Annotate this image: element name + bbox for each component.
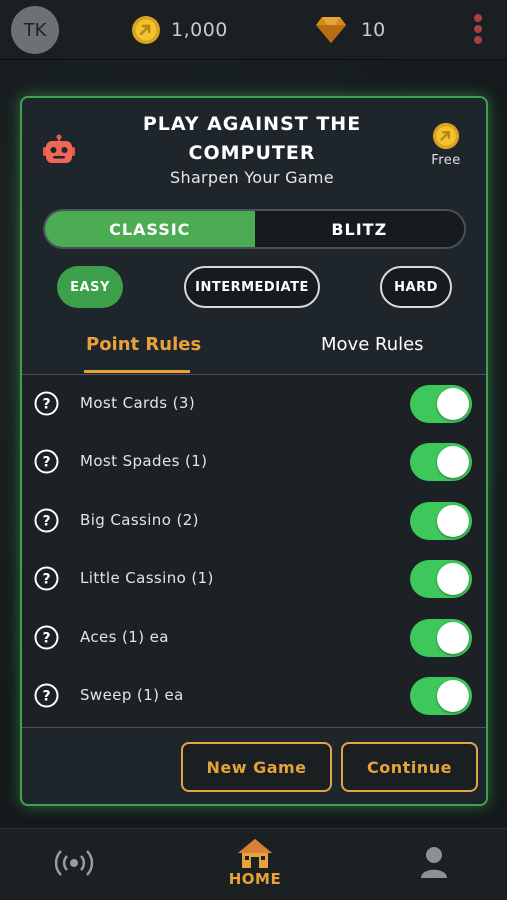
- rule-toggle[interactable]: [410, 560, 472, 598]
- home-icon: [238, 839, 272, 868]
- rule-toggle[interactable]: [410, 385, 472, 423]
- top-bar: TK 1,000 10: [0, 0, 507, 60]
- svg-text:?: ?: [42, 397, 50, 413]
- svg-text:?: ?: [42, 455, 50, 471]
- nav-home[interactable]: HOME: [226, 837, 284, 888]
- divider: [22, 727, 486, 728]
- help-icon[interactable]: ?: [34, 449, 59, 474]
- play-computer-dialog: PLAY AGAINST THE COMPUTER Sharpen Your G…: [20, 96, 488, 806]
- rule-toggle[interactable]: [410, 677, 472, 715]
- help-icon[interactable]: ?: [34, 683, 59, 708]
- coin-icon: [132, 16, 160, 44]
- list-item: ? Most Cards (3): [22, 375, 486, 433]
- active-tab-indicator: [84, 370, 190, 373]
- help-icon[interactable]: ?: [34, 391, 59, 416]
- rule-label: Aces (1) ea: [80, 628, 169, 646]
- help-icon[interactable]: ?: [34, 508, 59, 533]
- rule-toggle[interactable]: [410, 502, 472, 540]
- cost-indicator: Free: [424, 122, 468, 168]
- mode-blitz-button[interactable]: BLITZ: [254, 211, 464, 247]
- rule-label: Big Cassino (2): [80, 511, 199, 529]
- broadcast-icon[interactable]: [52, 847, 96, 879]
- robot-icon: [43, 134, 75, 163]
- nav-home-label: HOME: [228, 870, 282, 888]
- svg-text:?: ?: [42, 631, 50, 647]
- rule-label: Little Cassino (1): [80, 569, 214, 587]
- gem-balance: 10: [313, 14, 385, 46]
- rule-label: Most Spades (1): [80, 452, 208, 470]
- difficulty-intermediate-button[interactable]: INTERMEDIATE: [184, 266, 320, 308]
- profile-icon[interactable]: [420, 845, 448, 879]
- cost-label: Free: [431, 153, 461, 168]
- new-game-button[interactable]: New Game: [181, 742, 332, 792]
- svg-text:?: ?: [42, 514, 50, 530]
- diamond-icon: [316, 17, 346, 43]
- coin-balance: 1,000: [131, 14, 228, 46]
- mode-selector: CLASSIC BLITZ: [43, 209, 466, 249]
- list-item: ? Big Cassino (2): [22, 492, 486, 550]
- list-item: ? Sweep (1) ea: [22, 667, 486, 725]
- dialog-title: PLAY AGAINST THE COMPUTER: [142, 113, 362, 164]
- tab-move-rules[interactable]: Move Rules: [321, 334, 424, 355]
- difficulty-hard-button[interactable]: HARD: [380, 266, 452, 308]
- svg-text:?: ?: [42, 689, 50, 705]
- mode-classic-button[interactable]: CLASSIC: [45, 211, 255, 247]
- rule-toggle[interactable]: [410, 619, 472, 657]
- help-icon[interactable]: ?: [34, 625, 59, 650]
- bottom-nav: HOME: [0, 828, 507, 900]
- avatar[interactable]: TK: [11, 6, 59, 54]
- rules-tabs: Point Rules Move Rules: [22, 320, 486, 374]
- list-item: ? Little Cassino (1): [22, 550, 486, 608]
- list-item: ? Most Spades (1): [22, 433, 486, 491]
- dialog-subtitle: Sharpen Your Game: [170, 168, 334, 187]
- rules-list: ? Most Cards (3) ? Most Spades (1) ? Big…: [22, 375, 486, 727]
- svg-text:?: ?: [42, 572, 50, 588]
- difficulty-easy-button[interactable]: EASY: [57, 266, 123, 308]
- tab-point-rules[interactable]: Point Rules: [86, 334, 201, 355]
- coin-count: 1,000: [171, 19, 228, 41]
- rule-label: Sweep (1) ea: [80, 686, 184, 704]
- list-item: ? Aces (1) ea: [22, 609, 486, 667]
- rule-label: Most Cards (3): [80, 394, 196, 412]
- help-icon[interactable]: ?: [34, 566, 59, 591]
- continue-button[interactable]: Continue: [341, 742, 478, 792]
- gem-count: 10: [361, 19, 386, 41]
- coin-icon: [432, 122, 460, 150]
- rule-toggle[interactable]: [410, 443, 472, 481]
- more-menu-icon[interactable]: [470, 14, 486, 48]
